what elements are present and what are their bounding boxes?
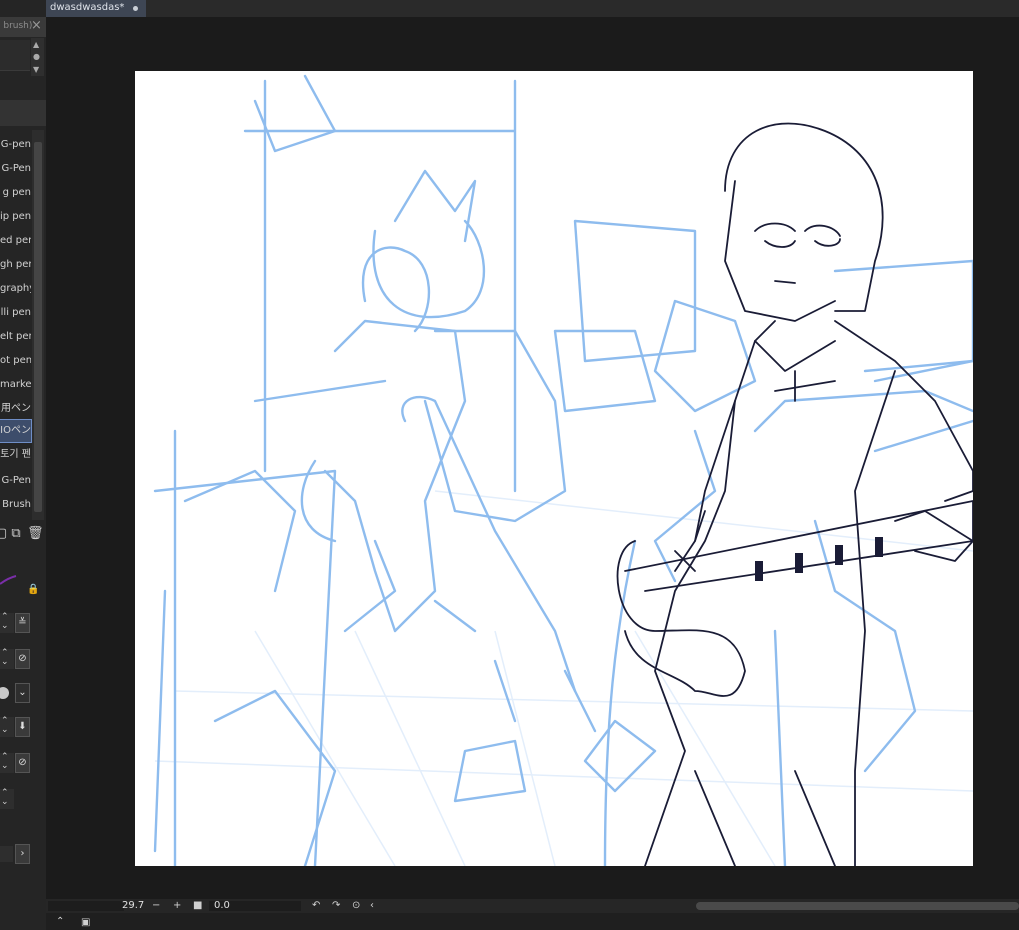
brush-list-toolbar: ▢ ⧉ 🗑 (0, 524, 46, 546)
close-icon[interactable]: × (31, 19, 42, 33)
duplicate-icon[interactable]: ⧉ (9, 527, 23, 541)
horizontal-scroll-thumb[interactable] (696, 902, 1019, 910)
brush-tip-icon[interactable] (0, 686, 12, 700)
brush-item[interactable]: elt pen (0, 326, 31, 348)
brush-list-scrollbar[interactable] (32, 130, 44, 520)
brush-item[interactable]: ip pen (0, 206, 31, 228)
zoom-in-icon[interactable]: + (173, 899, 181, 913)
subtool-field[interactable] (0, 40, 30, 71)
brush-item[interactable]: g pen (0, 182, 31, 204)
status-bar: ⌃ ▣ (46, 913, 1019, 930)
paint-app-window: dwasdwasdas* l brush) × ▲ ● ▼ G-pen G-Pe… (0, 0, 1019, 930)
brush-item[interactable]: 토기 펜 (0, 444, 31, 466)
stabilization-row: ⌃ ⌄ ⊘ (0, 750, 46, 776)
brush-item[interactable]: Brush (0, 494, 31, 516)
opacity-row: ⌃ ⌄ ⊘ (0, 646, 46, 672)
document-tab-bar: dwasdwasdas* (0, 0, 1019, 17)
chevron-down-icon[interactable]: ⌄ (15, 683, 30, 703)
brush-item[interactable]: gh pen (0, 254, 31, 276)
chevron-left-icon[interactable]: ‹ (370, 899, 374, 913)
extra-setting-row: ⌃ ⌄ (0, 786, 46, 812)
brush-item[interactable]: G-Pen (0, 158, 31, 180)
brush-item[interactable]: ot pen (0, 350, 31, 372)
zoom-out-icon[interactable]: − (152, 899, 160, 913)
brush-size-stepper[interactable]: ⌃ ⌄ (1, 613, 9, 631)
unsaved-dot-icon[interactable] (133, 6, 138, 11)
brush-list-header (0, 100, 46, 126)
artboard[interactable] (135, 71, 975, 868)
stabilization-stepper[interactable]: ⌃ ⌄ (1, 753, 9, 771)
brush-item[interactable]: marker (0, 374, 31, 396)
brush-item[interactable]: 用ペン (0, 398, 31, 420)
anti-aliasing-stepper[interactable]: ⌃ ⌄ (1, 717, 9, 735)
lock-icon[interactable]: 🔒 (27, 584, 39, 595)
rotate-left-icon[interactable]: ↶ (312, 899, 320, 913)
subtool-scrollbar[interactable]: ▲ ● ▼ (31, 38, 44, 76)
extra-setting-stepper[interactable]: ⌃ ⌄ (1, 789, 9, 807)
effect-settings-icon[interactable]: ⊘ (15, 649, 30, 669)
brush-shape-row: ⌄ (0, 680, 46, 706)
chevron-right-icon[interactable]: › (15, 844, 30, 864)
zoom-slider[interactable] (48, 901, 124, 911)
reset-rotation-icon[interactable]: ⊙ (352, 899, 360, 913)
fit-screen-icon[interactable]: ■ (193, 899, 202, 913)
scroll-down-icon[interactable]: ▼ (33, 65, 39, 74)
rotation-value: 0.0 (214, 900, 230, 911)
brush-item[interactable]: ed pen (0, 230, 31, 252)
document-tab[interactable]: dwasdwasdas* (46, 0, 146, 17)
document-tab-title: dwasdwasdas* (50, 2, 125, 13)
navigator-bar: 29.7 − + ■ 0.0 ↶ ↷ ⊙ ‹ (46, 899, 1019, 913)
subtool-name: l brush) (0, 21, 33, 31)
sketch-artwork (153, 74, 975, 868)
chevron-up-icon[interactable]: ⌃ (56, 915, 64, 929)
brush-item-selected[interactable]: IOペン (0, 419, 32, 443)
pen-pressure-icon[interactable]: ⬇ (15, 717, 30, 737)
zoom-value: 29.7 (122, 900, 145, 911)
sub-tool-panel: l brush) × ▲ ● ▼ G-pen G-Pen g pen ip pe… (0, 0, 46, 930)
brush-list-scroll-thumb[interactable] (34, 142, 42, 512)
canvas-viewport[interactable] (46, 17, 1019, 900)
scroll-thumb-icon[interactable]: ● (33, 52, 40, 61)
brush-stroke-preview: 🔒 (0, 570, 46, 600)
disable-icon[interactable]: ⊘ (15, 753, 30, 773)
layer-icon[interactable]: ▣ (81, 916, 90, 930)
trash-icon[interactable]: 🗑 (27, 527, 44, 541)
rotate-right-icon[interactable]: ↷ (332, 899, 340, 913)
scroll-up-icon[interactable]: ▲ (33, 40, 39, 49)
preset-field[interactable] (0, 846, 13, 862)
brush-size-row: ⌃ ⌄ ≚ (0, 610, 46, 636)
brush-item[interactable]: graphy (0, 278, 31, 300)
brush-list: G-pen G-Pen g pen ip pen ed pen gh pen g… (0, 130, 32, 520)
subtool-header: l brush) × (0, 17, 46, 37)
brush-item[interactable]: G-Pen (0, 470, 31, 492)
opacity-stepper[interactable]: ⌃ ⌄ (1, 649, 9, 667)
anti-aliasing-row: ⌃ ⌄ ⬇ (0, 714, 46, 740)
brush-item[interactable]: lli pen (0, 302, 31, 324)
folder-icon[interactable]: ▢ (0, 527, 8, 541)
brush-item[interactable]: G-pen (0, 134, 31, 156)
pressure-icon[interactable]: ≚ (15, 613, 30, 633)
